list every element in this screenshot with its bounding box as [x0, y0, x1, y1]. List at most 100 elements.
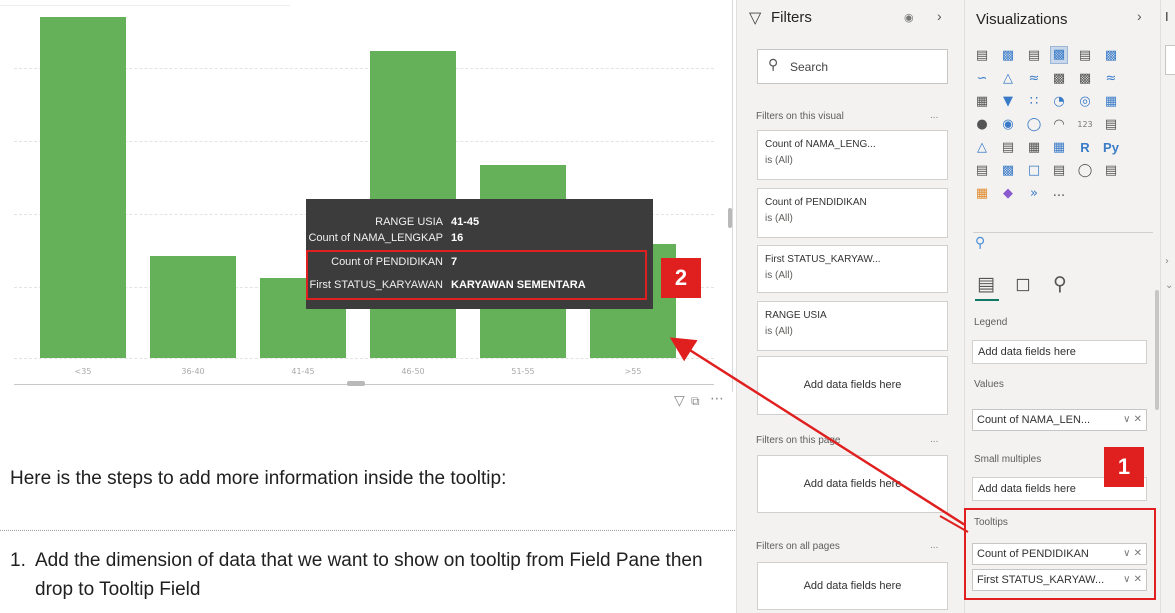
area-chart-icon[interactable]: △ [1000, 71, 1016, 87]
fields-tab-icon[interactable]: ▤ [977, 273, 995, 295]
eye-icon[interactable]: ◉ [904, 11, 914, 24]
table-icon[interactable]: ▦ [1026, 140, 1042, 156]
visualizations-scrollbar[interactable] [1155, 290, 1159, 410]
key-influencers-icon[interactable]: ▤ [974, 163, 990, 179]
ribbon-chart-icon[interactable]: ≈ [1103, 71, 1119, 87]
visual-resize-handle-bottom[interactable] [347, 381, 365, 386]
azure-map-icon[interactable]: ▦ [974, 186, 990, 202]
visuals-divider [973, 232, 1153, 233]
qa-icon[interactable]: □ [1026, 163, 1042, 179]
bar-chart-visual[interactable]: <35 36-40 41-45 46-50 51-55 >55 [0, 0, 733, 392]
filter-card[interactable]: Count of PENDIDIKAN is (All) [757, 188, 948, 238]
kpi-icon[interactable]: △ [974, 140, 990, 156]
filled-map-icon[interactable]: ◉ [1000, 117, 1016, 133]
visual-filter-drop-well[interactable]: Add data fields here [757, 356, 948, 415]
page-filter-drop-well[interactable]: Add data fields here [757, 455, 948, 513]
multi-row-card-icon[interactable]: ▤ [1103, 117, 1119, 133]
slicer-icon[interactable]: ▤ [1000, 140, 1016, 156]
x-tick-label: <35 [74, 367, 92, 376]
paginated-report-icon[interactable]: ▤ [1103, 163, 1119, 179]
report-canvas: <35 36-40 41-45 46-50 51-55 >55 ▽ ⧉ ⋯ RANGE U… [0, 0, 735, 613]
filter-icon[interactable]: ▽ [674, 393, 685, 409]
filters-on-all-pages-label: Filters on all pages [756, 541, 840, 552]
filter-search-input[interactable]: ⚲ Search [757, 49, 948, 84]
filter-card[interactable]: RANGE USIA is (All) [757, 301, 948, 351]
bar-<35[interactable] [40, 17, 126, 358]
clustered-bar-chart-icon[interactable]: ▤ [1026, 48, 1042, 64]
filter-card[interactable]: Count of NAMA_LENG... is (All) [757, 130, 948, 180]
field-pill-controls[interactable]: ∨ ✕ [1123, 410, 1142, 430]
stacked-bar-chart-icon[interactable]: ▤ [974, 48, 990, 64]
more-options-icon[interactable]: ... [930, 540, 938, 551]
small-multiples-label: Small multiples [974, 454, 1042, 465]
more-options-icon[interactable]: ... [930, 110, 938, 121]
decomposition-tree-icon[interactable]: ▩ [1000, 163, 1016, 179]
clustered-column-chart-icon[interactable]: ▩ [1050, 46, 1068, 64]
analytics-magnifier-icon[interactable]: ⚲ [1053, 273, 1067, 295]
matrix-icon[interactable]: ▦ [1051, 140, 1067, 156]
instructions-intro: Here is the steps to add more informatio… [10, 468, 507, 489]
pie-chart-icon[interactable]: ◔ [1051, 94, 1067, 110]
x-tick-label: >55 [624, 367, 642, 376]
search-icon: ⚲ [768, 57, 779, 73]
tooltip-row: RANGE USIA 41-45 [306, 216, 653, 231]
smart-narrative-icon[interactable]: ▤ [1051, 163, 1067, 179]
visual-border-right [732, 0, 733, 392]
filters-on-visual-label: Filters on this visual [756, 111, 844, 122]
card-icon[interactable]: 123 [1077, 117, 1093, 133]
search-icon[interactable]: ⚲ [975, 235, 985, 251]
donut-chart-icon[interactable]: ◎ [1077, 94, 1093, 110]
focus-mode-icon[interactable]: ⧉ [691, 394, 700, 409]
stacked-area-chart-icon[interactable]: ≈ [1026, 71, 1042, 87]
line-chart-icon[interactable]: ∽ [974, 71, 990, 87]
map-icon[interactable]: ● [974, 117, 990, 133]
filter-card-name: RANGE USIA [765, 310, 827, 321]
x-tick-label: 51-55 [511, 367, 535, 376]
treemap-icon[interactable]: ▦ [1103, 94, 1119, 110]
filter-card-name: Count of PENDIDIKAN [765, 197, 867, 208]
all-pages-filter-drop-well[interactable]: Add data fields here [757, 562, 948, 610]
x-tick-label: 36-40 [181, 367, 205, 376]
100-stacked-bar-chart-icon[interactable]: ▤ [1077, 48, 1093, 64]
legend-drop-well[interactable]: Add data fields here [972, 340, 1147, 364]
more-options-icon[interactable]: ... [930, 434, 938, 445]
stacked-column-chart-icon[interactable]: ▩ [1000, 48, 1016, 64]
line-and-column-chart-icon[interactable]: ▩ [1051, 71, 1067, 87]
filters-on-page-label: Filters on this page [756, 435, 841, 446]
100-stacked-column-chart-icon[interactable]: ▩ [1103, 48, 1119, 64]
collapse-visualizations-chevron-icon[interactable]: › [1137, 8, 1142, 24]
power-automate-icon[interactable]: » [1026, 186, 1042, 202]
scatter-chart-icon[interactable]: ∷ [1026, 94, 1042, 110]
power-apps-icon[interactable]: ◆ [1000, 186, 1016, 202]
filter-card-state: is (All) [765, 326, 793, 337]
bar-36-40[interactable] [150, 255, 236, 358]
filter-card-name: First STATUS_KARYAW... [765, 254, 881, 265]
x-tick-label: 46-50 [401, 367, 425, 376]
more-visuals-icon[interactable]: ... [1051, 185, 1067, 201]
values-field-name: Count of NAMA_LEN... [977, 414, 1091, 426]
x-tick-label: 41-45 [291, 367, 315, 376]
highlight-box-tooltip [306, 250, 647, 300]
legend-field-label: Legend [974, 317, 1008, 328]
filters-title: Filters [771, 9, 812, 26]
collapse-filters-chevron-icon[interactable]: › [937, 8, 942, 24]
shape-map-icon[interactable]: ◯ [1026, 117, 1042, 133]
chevron-down-icon[interactable]: ⌄ [1165, 280, 1173, 291]
search-placeholder: Search [790, 60, 829, 74]
step-number: 1. [10, 550, 26, 571]
chevron-right-icon[interactable]: › [1165, 256, 1169, 267]
gauge-icon[interactable]: ◠ [1051, 117, 1067, 133]
r-script-visual-icon[interactable]: R [1077, 140, 1093, 156]
filter-card[interactable]: First STATUS_KARYAW... is (All) [757, 245, 948, 293]
values-field-pill[interactable]: Count of NAMA_LEN... ∨ ✕ [972, 409, 1147, 431]
tooltip-key: RANGE USIA [375, 216, 443, 228]
format-paint-roller-icon[interactable]: ◻ [1015, 273, 1031, 295]
python-visual-icon[interactable]: Py [1101, 140, 1121, 156]
trophy-icon[interactable]: ◯ [1077, 163, 1093, 179]
highlight-box-tooltips-well [964, 508, 1156, 600]
line-and-clustered-column-chart-icon[interactable]: ▩ [1077, 71, 1093, 87]
funnel-chart-icon[interactable]: ▼ [1000, 94, 1016, 110]
fields-search-input[interactable] [1165, 45, 1175, 75]
more-options-icon[interactable]: ⋯ [710, 391, 724, 407]
waterfall-chart-icon[interactable]: ▦ [974, 94, 990, 110]
